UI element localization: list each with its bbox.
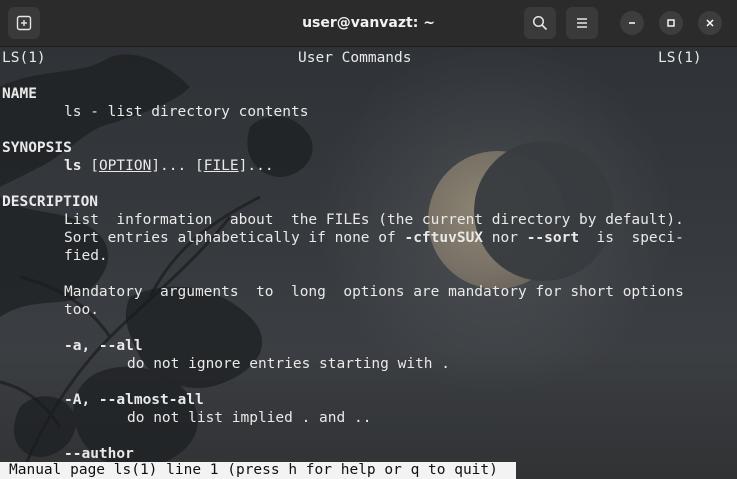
header-left: LS(1) [2, 50, 46, 66]
minimize-icon [629, 22, 635, 24]
menu-button[interactable] [566, 7, 598, 39]
description-line-2: Sort entries alphabetically if none of -… [64, 229, 684, 247]
option-almost-all-description: do not list implied . and .. [127, 410, 372, 426]
search-button[interactable] [524, 7, 556, 39]
search-icon [532, 15, 548, 31]
terminal-scrollbar[interactable] [731, 47, 737, 479]
option-almost-all: -A, --almost-all [64, 392, 204, 408]
desc-sort-flag: --sort [526, 230, 580, 246]
synopsis-file: FILE [203, 158, 239, 174]
synopsis-option: OPTION [98, 158, 152, 174]
title-bar: user@vanvazt: ~ [0, 0, 737, 47]
desc-flags: -cftuvSUX [404, 230, 484, 246]
synopsis-command: ls [64, 158, 82, 174]
description-line-3: fied. [64, 248, 108, 264]
name-heading: NAME [2, 86, 37, 102]
synopsis-end: ]... [238, 158, 274, 174]
maximize-button[interactable] [659, 11, 683, 35]
minimize-button[interactable] [620, 11, 644, 35]
header-center: User Commands [298, 50, 412, 66]
option-all-description: do not ignore entries starting with . [127, 356, 451, 372]
synopsis-bracket: [ [90, 158, 99, 174]
description-line-1: List information about the FILEs (the cu… [64, 212, 684, 228]
synopsis-separator: ]... [ [151, 158, 204, 174]
synopsis-heading: SYNOPSIS [2, 140, 72, 156]
description-heading: DESCRIPTION [2, 194, 99, 210]
close-button[interactable] [698, 11, 722, 35]
desc-text-b: nor [483, 230, 527, 246]
name-text: ls - list directory contents [64, 104, 309, 120]
mandatory-line-2: too. [64, 302, 99, 318]
mandatory-line-1: Mandatory arguments to long options are … [64, 284, 684, 300]
desc-text-c: is speci- [579, 230, 684, 246]
desc-text-a: Sort entries alphabetically if none of [64, 230, 405, 246]
man-header: LS(1) [2, 49, 46, 67]
synopsis-line: ls [OPTION]... [FILE]... [64, 157, 274, 175]
terminal-area[interactable]: LS(1) User Commands LS(1) NAME ls - list… [0, 47, 737, 479]
hamburger-menu-icon [577, 18, 587, 28]
header-right: LS(1) [658, 50, 702, 66]
maximize-icon [667, 19, 675, 27]
new-tab-icon [16, 15, 32, 31]
option-author: --author [64, 446, 134, 462]
new-tab-button[interactable] [8, 7, 40, 39]
option-all: -a, --all [64, 338, 143, 354]
close-icon [706, 19, 714, 27]
pager-status-bar: Manual page ls(1) line 1 (press h for he… [0, 462, 516, 479]
